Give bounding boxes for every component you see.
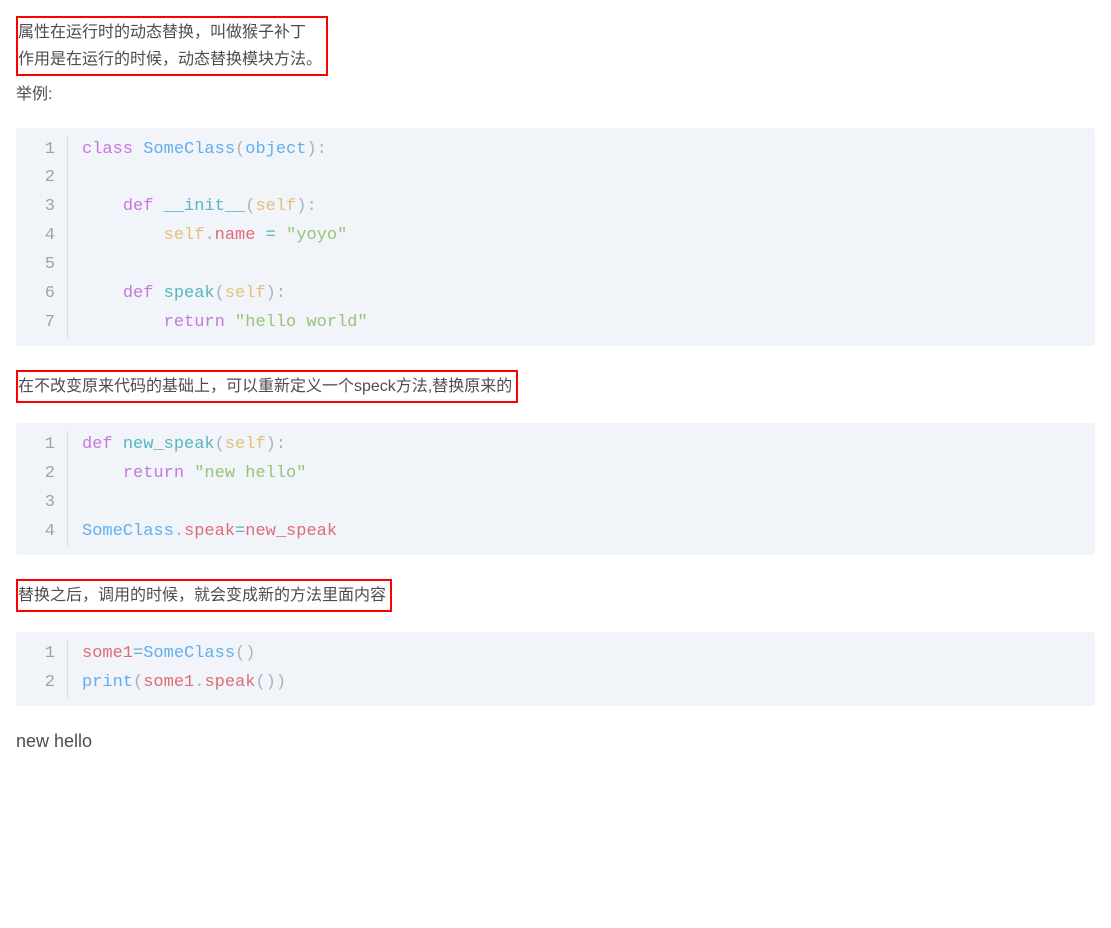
code-block-3: 1some1=SomeClass()2print(some1.speak()) bbox=[16, 632, 1095, 706]
after-highlight: 替换之后，调用的时候，就会变成新的方法里面内容 bbox=[16, 579, 392, 612]
line-number: 2 bbox=[16, 669, 68, 698]
mid-highlight: 在不改变原来代码的基础上，可以重新定义一个speck方法,替换原来的 bbox=[16, 370, 518, 403]
code-content: class SomeClass(object): bbox=[68, 136, 327, 165]
line-number: 3 bbox=[16, 489, 68, 518]
code-content: def __init__(self): bbox=[68, 193, 317, 222]
intro-line-2: 作用是在运行的时候，动态替换模块方法。 bbox=[18, 46, 322, 73]
line-number: 4 bbox=[16, 222, 68, 251]
line-number: 6 bbox=[16, 280, 68, 309]
code-line: 3 def __init__(self): bbox=[16, 193, 1095, 222]
code-line: 4 self.name = "yoyo" bbox=[16, 222, 1095, 251]
line-number: 1 bbox=[16, 640, 68, 669]
code-line: 4SomeClass.speak=new_speak bbox=[16, 518, 1095, 547]
line-number: 2 bbox=[16, 164, 68, 193]
code-content: SomeClass.speak=new_speak bbox=[68, 518, 337, 547]
code-content: return "hello world" bbox=[68, 309, 368, 338]
line-number: 7 bbox=[16, 309, 68, 338]
code-line: 3 bbox=[16, 489, 1095, 518]
line-number: 2 bbox=[16, 460, 68, 489]
intro-line-1: 属性在运行时的动态替换，叫做猴子补丁 bbox=[18, 19, 322, 46]
code-line: 2print(some1.speak()) bbox=[16, 669, 1095, 698]
code-line: 6 def speak(self): bbox=[16, 280, 1095, 309]
code-content: def speak(self): bbox=[68, 280, 286, 309]
code-content bbox=[68, 251, 92, 280]
line-number: 1 bbox=[16, 136, 68, 165]
line-number: 3 bbox=[16, 193, 68, 222]
code-line: 1some1=SomeClass() bbox=[16, 640, 1095, 669]
output-text: new hello bbox=[16, 726, 1095, 757]
code-content: print(some1.speak()) bbox=[68, 669, 286, 698]
code-line: 1class SomeClass(object): bbox=[16, 136, 1095, 165]
mid-text: 在不改变原来代码的基础上，可以重新定义一个speck方法,替换原来的 bbox=[18, 373, 512, 400]
code-line: 7 return "hello world" bbox=[16, 309, 1095, 338]
code-content bbox=[68, 164, 92, 193]
line-number: 5 bbox=[16, 251, 68, 280]
line-number: 1 bbox=[16, 431, 68, 460]
example-label: 举例: bbox=[16, 80, 1095, 109]
code-line: 2 return "new hello" bbox=[16, 460, 1095, 489]
code-content: self.name = "yoyo" bbox=[68, 222, 347, 251]
intro-highlight: 属性在运行时的动态替换，叫做猴子补丁 作用是在运行的时候，动态替换模块方法。 bbox=[16, 16, 328, 76]
code-line: 5 bbox=[16, 251, 1095, 280]
code-line: 1def new_speak(self): bbox=[16, 431, 1095, 460]
code-content: return "new hello" bbox=[68, 460, 306, 489]
code-content bbox=[68, 489, 92, 518]
after-text: 替换之后，调用的时候，就会变成新的方法里面内容 bbox=[18, 582, 386, 609]
code-block-2: 1def new_speak(self):2 return "new hello… bbox=[16, 423, 1095, 555]
code-content: some1=SomeClass() bbox=[68, 640, 255, 669]
line-number: 4 bbox=[16, 518, 68, 547]
code-line: 2 bbox=[16, 164, 1095, 193]
code-content: def new_speak(self): bbox=[68, 431, 286, 460]
code-block-1: 1class SomeClass(object):2 3 def __init_… bbox=[16, 128, 1095, 346]
